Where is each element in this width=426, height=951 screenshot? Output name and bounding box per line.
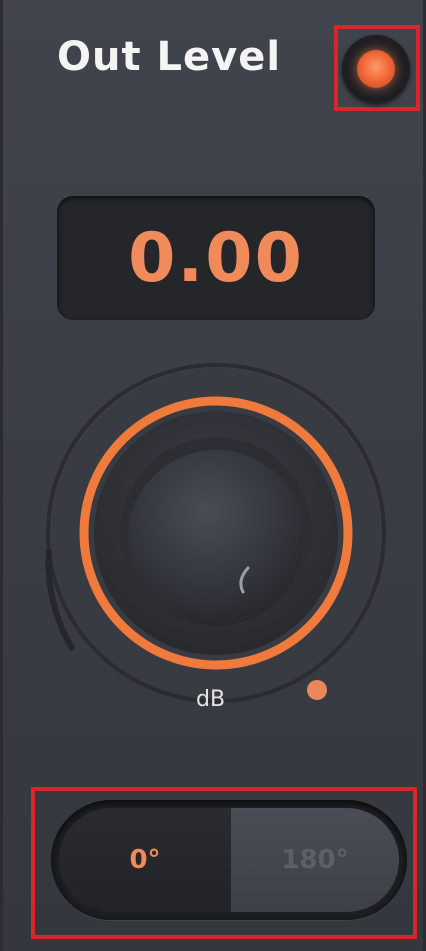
power-button[interactable] [342,35,410,103]
knob-graphic [45,363,386,703]
phase-switch[interactable]: 0° 180° [51,800,407,920]
power-led-icon [357,50,395,88]
module-title: Out Level [57,34,282,80]
phase-0-label: 0° [129,845,161,875]
level-knob[interactable] [43,360,389,706]
phase-180-label: 180° [281,845,349,875]
out-level-panel: Out Level 0.00 dB 0° 180° [0,0,426,951]
knob-indicator-dot [307,680,327,700]
knob-unit-label: dB [196,687,226,712]
phase-0-button[interactable]: 0° [59,808,231,912]
value-readout: 0.00 [128,218,304,298]
knob-cap [128,450,304,626]
phase-180-button[interactable]: 180° [231,808,399,912]
value-display: 0.00 [57,196,375,320]
